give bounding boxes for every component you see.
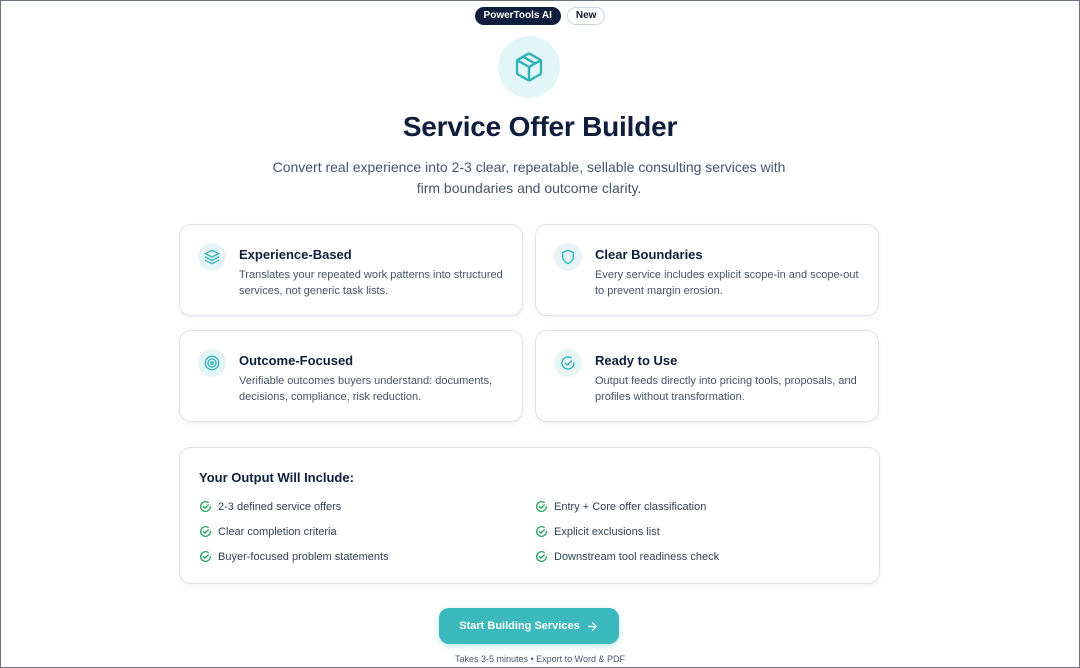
feature-description: Verifiable outcomes buyers understand: d… [239, 375, 493, 403]
output-heading: Your Output Will Include: [199, 470, 354, 485]
check-circle-icon [554, 349, 582, 377]
check-circle-icon [535, 526, 548, 537]
feature-title: Ready to Use [595, 353, 678, 368]
target-icon [198, 349, 226, 377]
feature-title: Outcome-Focused [239, 353, 354, 368]
list-item: 2-3 defined service offers [199, 500, 341, 513]
brand-badge: PowerTools AI [474, 7, 561, 25]
page-subtitle: Convert real experience into 2-3 clear, … [272, 159, 786, 196]
badge-row: PowerTools AI New [1, 7, 1079, 25]
output-item-label: Explicit exclusions list [554, 525, 660, 538]
check-circle-icon [535, 551, 548, 562]
check-circle-icon [199, 551, 212, 562]
check-circle-icon [199, 501, 212, 512]
feature-card-experience: Experience-Based Translates your repeate… [179, 224, 523, 316]
feature-card-outcome: Outcome-Focused Verifiable outcomes buye… [179, 330, 523, 422]
check-circle-icon [199, 526, 212, 537]
output-item-label: Entry + Core offer classification [554, 500, 707, 513]
feature-description: Output feeds directly into pricing tools… [595, 375, 857, 403]
feature-description: Every service includes explicit scope-in… [595, 269, 859, 297]
list-item: Downstream tool readiness check [535, 550, 719, 563]
list-item: Entry + Core offer classification [535, 500, 706, 513]
feature-card-ready: Ready to Use Output feeds directly into … [535, 330, 879, 422]
shield-icon [554, 243, 582, 271]
output-item-label: Downstream tool readiness check [554, 550, 720, 563]
feature-title: Experience-Based [239, 247, 352, 262]
start-building-button[interactable]: Start Building Services [439, 608, 619, 644]
check-circle-icon [535, 501, 548, 512]
list-item: Clear completion criteria [199, 525, 337, 538]
footnote: Takes 3-5 minutes • Export to Word & PDF [454, 654, 626, 664]
output-item-label: 2-3 defined service offers [218, 500, 342, 513]
layers-icon [198, 243, 226, 271]
output-item-label: Buyer-focused problem statements [218, 550, 389, 563]
output-panel: Your Output Will Include: 2-3 defined se… [179, 447, 880, 584]
arrow-right-icon [587, 621, 597, 631]
feature-description: Translates your repeated work patterns i… [239, 269, 503, 297]
list-item: Explicit exclusions list [535, 525, 660, 538]
list-item: Buyer-focused problem statements [199, 550, 389, 563]
package-box-icon [498, 36, 560, 98]
feature-card-boundaries: Clear Boundaries Every service includes … [535, 224, 879, 316]
start-building-label: Start Building Services [459, 620, 580, 632]
output-item-label: Clear completion criteria [218, 525, 337, 538]
new-badge: New [566, 7, 606, 25]
page-title: Service Offer Builder [402, 111, 678, 142]
feature-title: Clear Boundaries [595, 247, 703, 262]
